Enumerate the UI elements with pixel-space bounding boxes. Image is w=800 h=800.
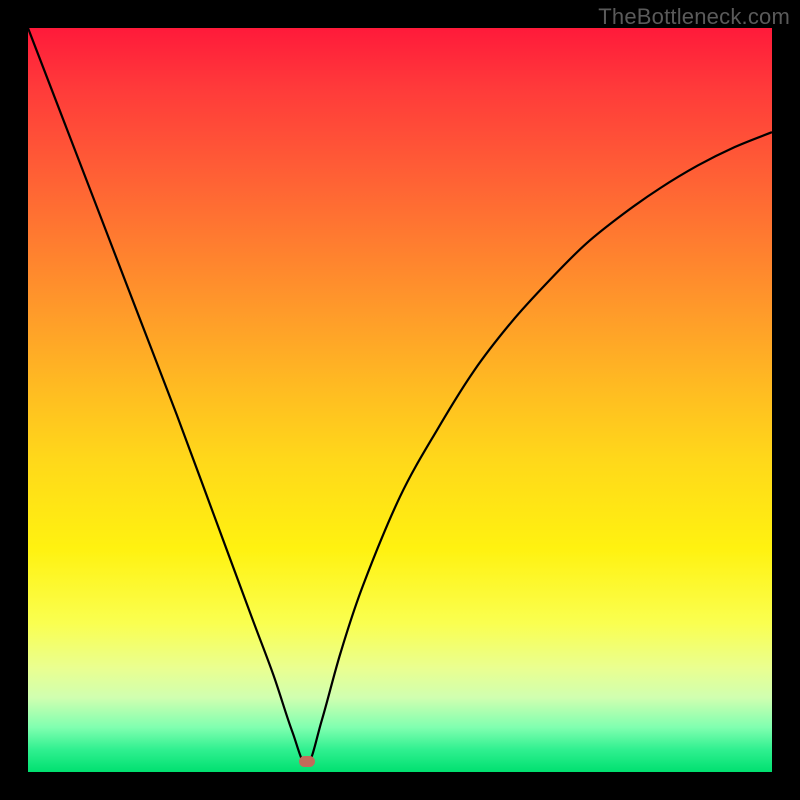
watermark-label: TheBottleneck.com: [598, 4, 790, 30]
optimal-point-marker: [299, 756, 315, 767]
chart-frame: [28, 28, 772, 772]
bottleneck-curve: [28, 28, 772, 772]
